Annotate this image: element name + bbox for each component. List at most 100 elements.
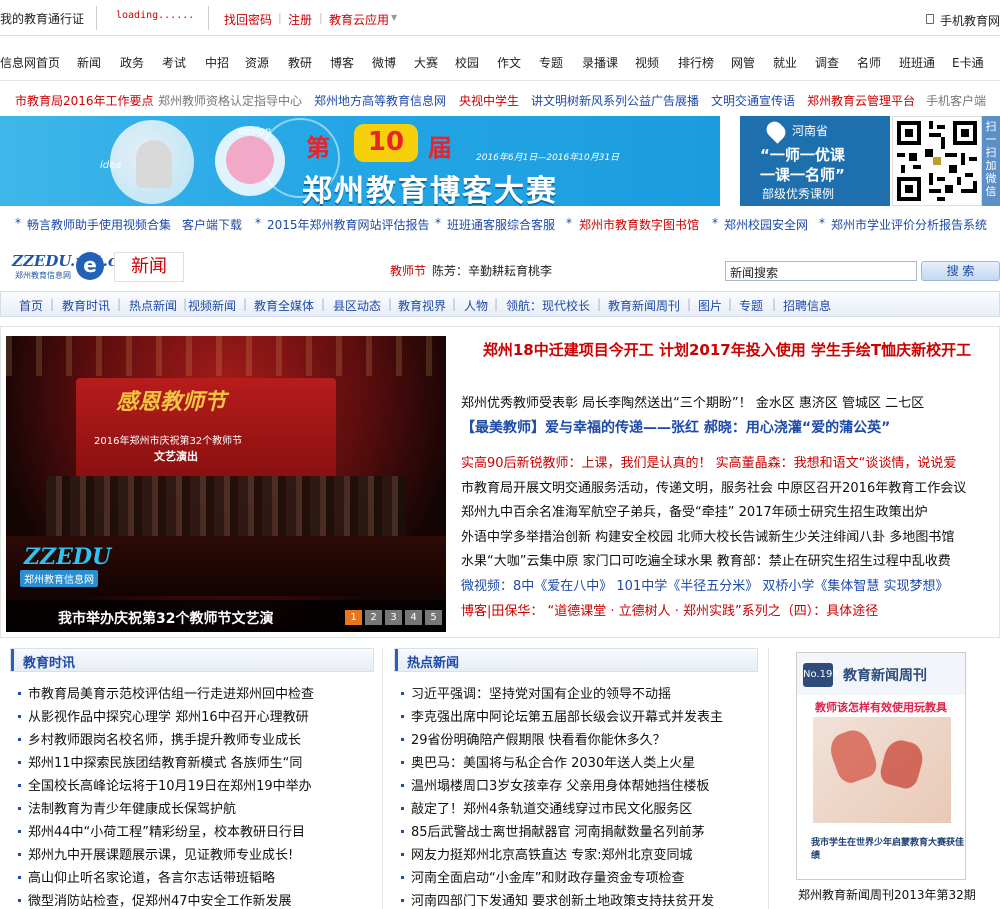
list-item[interactable]: 高山仰止听名家论道，各言尔志话带班韬略 (18, 867, 363, 886)
news-nav-item[interactable]: 招聘信息 (783, 297, 831, 314)
news-line[interactable]: 博客|田保华： “道德课堂 · 立德树人 · 郑州实践”系列之（四）：具体途径 (461, 600, 996, 619)
nav-item[interactable]: E卡通 (952, 54, 984, 71)
headline[interactable]: 郑州18中迁建项目今开工 计划2017年投入使用 学生手绘T恤庆新校开工 (460, 338, 994, 362)
news-nav-item[interactable]: 热点新闻 (129, 297, 177, 314)
promo-link[interactable]: 文明交通宣传语 (711, 92, 795, 109)
list-item-text[interactable]: 郑州44中“小荷工程”精彩纷呈，校本教研日行目 (28, 825, 305, 840)
promo-link[interactable]: 郑州教育云管理平台 (807, 92, 915, 109)
list-item-text[interactable]: 市教育局美育示范校评估组一行走进郑州回中检查 (28, 687, 314, 702)
news-line[interactable]: 水果“大咖”云集中原 家门口可吃遍全球水果 教育部：禁止在研究生招生过程中乱收费 (461, 550, 996, 569)
nav-item[interactable]: 专题 (539, 54, 563, 71)
nav-item[interactable]: 博客 (330, 54, 354, 71)
teacher-day-label[interactable]: 教师节 (390, 262, 426, 279)
search-button[interactable]: 搜 索 (921, 261, 1000, 281)
nav-item[interactable]: 大赛 (414, 54, 438, 71)
nav-item[interactable]: 调查 (815, 54, 839, 71)
news-line[interactable]: 微视频：8中《爱在八中》 101中学《半径五分米》 双桥小学《集体智慧 实现梦想… (461, 575, 996, 594)
list-item-text[interactable]: 从影视作品中探究心理学 郑州16中召开心理教研 (28, 710, 309, 725)
list-item-text[interactable]: 温州塌楼周口3岁女孩幸存 父亲用身体帮她挡住楼板 (411, 779, 709, 794)
nav-item[interactable]: 资源 (245, 54, 269, 71)
list-item[interactable]: 温州塌楼周口3岁女孩幸存 父亲用身体帮她挡住楼板 (401, 775, 761, 794)
news-nav-item[interactable]: 教育视界 (398, 297, 446, 314)
list-item[interactable]: 法制教育为青少年健康成长保驾护航 (18, 798, 363, 817)
news-nav-item[interactable]: 领航：现代校长 (506, 297, 590, 314)
news-nav-item[interactable]: 教育全媒体 (254, 297, 314, 314)
passport-link[interactable]: 我的教育通行证 (0, 10, 84, 27)
list-item[interactable]: 网友力挺郑州北京高铁直达 专家:郑州北京变同城 (401, 844, 761, 863)
list-item[interactable]: 从影视作品中探究心理学 郑州16中召开心理教研 (18, 706, 363, 725)
promo-link[interactable]: 央视中学生 (459, 92, 519, 109)
sub-link[interactable]: 郑州校园安全网 (724, 216, 808, 233)
course-ad[interactable]: 河南省 “一师一优课 一课一名师” 部级优秀课例 (740, 116, 890, 206)
news-nav-item[interactable]: 教育时讯 (62, 297, 110, 314)
list-item[interactable]: 市教育局美育示范校评估组一行走进郑州回中检查 (18, 683, 363, 702)
list-item[interactable]: 郑州11中探索民族团结教育新模式 各族师生“同 (18, 752, 363, 771)
list-item-text[interactable]: 习近平强调：坚持党对国有企业的领导不动摇 (411, 687, 671, 702)
search-input[interactable]: 新闻搜索 (725, 261, 917, 281)
section-title[interactable]: 教育时讯 (23, 652, 75, 671)
news-nav-item[interactable]: 专题 (739, 297, 763, 314)
sub-link[interactable]: 郑州市学业评价分析报告系统 (831, 216, 987, 233)
news-nav-item[interactable]: 图片 (698, 297, 722, 314)
list-item-text[interactable]: 85后武警战士离世捐献器官 河南捐献数量名列前茅 (411, 825, 705, 840)
news-nav-item[interactable]: 人物 (464, 297, 488, 314)
sub-link[interactable]: 2015年郑州教育网站评估报告 (267, 216, 430, 233)
featured-photo[interactable]: 感恩教师节 2016年郑州市庆祝第32个教师节 文艺演出 ZZEDU 郑州教育信… (6, 336, 446, 632)
promo-link[interactable]: 手机客户端 (926, 92, 986, 109)
list-item-text[interactable]: 奥巴马：美国将与私企合作 2030年送人类上火星 (411, 756, 695, 771)
news-line[interactable]: 市教育局开展文明交通服务活动，传递文明，服务社会 中原区召开2016年教育工作会… (461, 477, 996, 496)
nav-item[interactable]: 网管 (731, 54, 755, 71)
list-item-text[interactable]: 网友力挺郑州北京高铁直达 专家:郑州北京变同城 (411, 848, 693, 863)
sub-link[interactable]: 客户端下载 (182, 216, 242, 233)
news-nav-item[interactable]: 首页 (19, 297, 43, 314)
site-logo[interactable]: ZZEDU.net.cn e 郑州教育信息网 (12, 252, 128, 282)
news-line[interactable]: 实高90后新锐教师：上课，我们是认真的！ 实高董晶森：我想和语文“谈谈情，说说爱 (461, 452, 996, 471)
nav-item[interactable]: 班班通 (899, 54, 935, 71)
list-item[interactable]: 河南四部门下发通知 要求创新土地政策支持扶贫开发 (401, 890, 761, 909)
section-title[interactable]: 热点新闻 (407, 652, 459, 671)
nav-item[interactable]: 校园 (455, 54, 479, 71)
list-item-text[interactable]: 郑州九中开展课题展示课，见证教师专业成长! (28, 848, 293, 863)
list-item[interactable]: 29省份明确陪产假期限 快看看你能休多久？ (401, 729, 761, 748)
blog-contest-banner[interactable]: idea design 第 10 届 2016年6月1日—2016年10月31日… (0, 116, 720, 206)
list-item[interactable]: 郑州44中“小荷工程”精彩纷呈，校本教研日行目 (18, 821, 363, 840)
nav-item[interactable]: 政务 (120, 54, 144, 71)
magazine-caption[interactable]: 郑州教育新闻周刊2013年第32期 (798, 886, 976, 903)
list-item[interactable]: 微型消防站检查，促郑州47中安全工作新发展 (18, 890, 363, 909)
news-line[interactable]: 郑州优秀教师受表彰 局长李陶然送出“三个期盼”！ 金水区 惠济区 管城区 二七区 (461, 392, 996, 411)
pager-button[interactable]: 2 (365, 610, 382, 625)
list-item[interactable]: 全国校长高峰论坛将于10月19日在郑州19中举办 (18, 775, 363, 794)
list-item[interactable]: 乡村教师跟岗名校名师，携手提升教师专业成长 (18, 729, 363, 748)
news-nav-item[interactable]: 县区动态 (333, 297, 381, 314)
photo-caption[interactable]: 我市举办庆祝第32个教师节文艺演 (58, 608, 273, 628)
news-nav-item[interactable]: 教育新闻周刊 (608, 297, 680, 314)
promo-link[interactable]: 郑州地方高等教育信息网 (314, 92, 446, 109)
list-item-text[interactable]: 全国校长高峰论坛将于10月19日在郑州19中举办 (28, 779, 312, 794)
list-item[interactable]: 河南全面启动“小金库”和财政存量资金专项检查 (401, 867, 761, 886)
list-item[interactable]: 郑州九中开展课题展示课，见证教师专业成长! (18, 844, 363, 863)
promo-link[interactable]: 郑州教师资格认定指导中心 (158, 92, 302, 109)
news-line[interactable]: 【最美教师】爱与幸福的传递——张红 郝晓：用心浇灌“爱的蒲公英” (461, 417, 996, 437)
chevron-down-icon[interactable]: ▼ (391, 13, 397, 22)
mobile-site-link[interactable]: 手机教育网 (940, 12, 1000, 29)
find-password-link[interactable]: 找回密码 (224, 11, 272, 28)
list-item[interactable]: 习近平强调：坚持党对国有企业的领导不动摇 (401, 683, 761, 702)
list-item-text[interactable]: 法制教育为青少年健康成长保驾护航 (28, 802, 236, 817)
pager-button[interactable]: 5 (425, 610, 442, 625)
weekly-magazine-cover[interactable]: No.193 教育新闻周刊 教师该怎样有效使用玩教具 我市学生在世界少年启蒙教育… (796, 652, 966, 880)
pager-button[interactable]: 3 (385, 610, 402, 625)
list-item-text[interactable]: 乡村教师跟岗名校名师，携手提升教师专业成长 (28, 733, 301, 748)
nav-item[interactable]: 名师 (857, 54, 881, 71)
sub-link[interactable]: 班班通客服综合客服 (447, 216, 555, 233)
pager-button[interactable]: 1 (345, 610, 362, 625)
news-nav-item[interactable]: 视频新闻 (188, 297, 236, 314)
list-item-text[interactable]: 微型消防站检查，促郑州47中安全工作新发展 (28, 894, 292, 909)
nav-item[interactable]: 录播课 (582, 54, 618, 71)
nav-item[interactable]: 微博 (372, 54, 396, 71)
sub-link[interactable]: 畅言教师助手使用视频合集 (27, 216, 171, 233)
news-line[interactable]: 外语中学多举措治创新 构建安全校园 北师大校长告诫新生少关注绯闻八卦 多地图书馆 (461, 526, 996, 545)
nav-item[interactable]: 新闻 (77, 54, 101, 71)
nav-item[interactable]: 作文 (497, 54, 521, 71)
list-item-text[interactable]: 敲定了！郑州4条轨道交通线穿过市民文化服务区 (411, 802, 692, 817)
list-item-text[interactable]: 29省份明确陪产假期限 快看看你能休多久？ (411, 733, 666, 748)
